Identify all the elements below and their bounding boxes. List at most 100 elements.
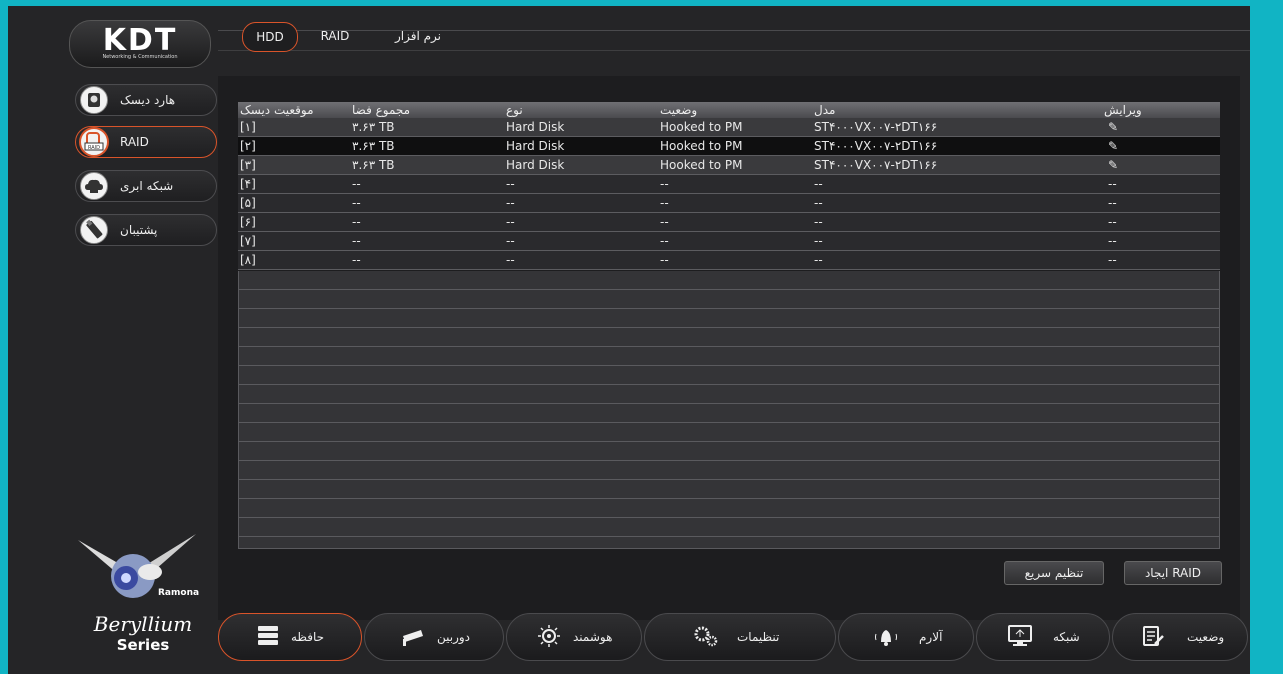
ramona-mascot: Ramona [78, 526, 202, 610]
top-divider-lower [218, 50, 1250, 51]
cell-status: -- [658, 231, 812, 251]
table-row[interactable]: [۷] -- -- -- -- -- [238, 231, 1220, 251]
empty-table-area [238, 271, 1220, 549]
network-icon [1007, 624, 1033, 653]
table-row[interactable]: [۵] -- -- -- -- -- [238, 193, 1220, 213]
tab-raid[interactable]: RAID [310, 22, 360, 50]
cell-type: -- [504, 212, 658, 232]
cell-status: Hooked to PM [658, 136, 812, 156]
cell-position: [۷] [238, 231, 350, 251]
cell-model: ST۴۰۰۰VX۰۰۷-۲DT۱۶۶ [812, 118, 1102, 137]
series-title: Beryllium [93, 612, 193, 636]
edit-pencil-icon[interactable]: ✎ [1102, 155, 1220, 175]
table-row[interactable]: [۸] -- -- -- -- -- [238, 250, 1220, 270]
quick-setup-button[interactable]: تنظیم سریع [1004, 561, 1104, 585]
cell-edit: -- [1102, 250, 1220, 270]
svg-text:RAID: RAID [88, 145, 100, 151]
cell-model: -- [812, 174, 1102, 194]
cell-edit: -- [1102, 212, 1220, 232]
nav-network[interactable]: شبکه [976, 613, 1110, 661]
cell-space: -- [350, 212, 504, 232]
cell-space: -- [350, 250, 504, 270]
nav-storage[interactable]: حافظه [218, 613, 362, 661]
cell-position: [۲] [238, 136, 350, 156]
bottom-nav: حافظه دوربین هوشمند تنظیمات آلارم شبکه و… [218, 613, 1248, 661]
cell-position: [۵] [238, 193, 350, 213]
sidebar-item-label: پشتیبان [120, 223, 158, 237]
edit-pencil-icon[interactable]: ✎ [1102, 118, 1220, 137]
sidebar-item-cloud[interactable]: شبکه ابری [75, 170, 217, 202]
nav-label: وضعیت [1187, 630, 1225, 644]
mascot-name: Ramona [158, 588, 200, 598]
nav-settings[interactable]: تنظیمات [644, 613, 836, 661]
nav-label: دوربین [437, 630, 471, 644]
col-total-space: مجموع فضا [350, 102, 504, 118]
camera-icon [401, 624, 427, 653]
cell-status: -- [658, 193, 812, 213]
table-row[interactable]: [۶] -- -- -- -- -- [238, 212, 1220, 232]
storage-icon [257, 624, 279, 653]
sidebar-item-hard-disk[interactable]: هارد دیسک [75, 84, 217, 116]
cell-space: ۳.۶۳ TB [350, 155, 504, 175]
cell-type: Hard Disk [504, 155, 658, 175]
cell-position: [۶] [238, 212, 350, 232]
cell-position: [۱] [238, 118, 350, 137]
table-row[interactable]: [۳] ۳.۶۳ TB Hard Disk Hooked to PM ST۴۰۰… [238, 155, 1220, 175]
cell-type: Hard Disk [504, 118, 658, 137]
table-row[interactable]: [۴] -- -- -- -- -- [238, 174, 1220, 194]
cell-model: ST۴۰۰۰VX۰۰۷-۲DT۱۶۶ [812, 136, 1102, 156]
nav-label: تنظیمات [737, 630, 780, 644]
create-raid-button[interactable]: ایجاد RAID [1124, 561, 1222, 585]
edit-pencil-icon[interactable]: ✎ [1102, 136, 1220, 156]
cell-space: -- [350, 174, 504, 194]
usb-backup-icon [80, 216, 108, 244]
cell-model: ST۴۰۰۰VX۰۰۷-۲DT۱۶۶ [812, 155, 1102, 175]
sidebar-item-raid[interactable]: RAID RAID [75, 126, 217, 158]
sidebar-item-label: شبکه ابری [120, 179, 174, 193]
tab-hdd[interactable]: HDD [242, 22, 298, 52]
nav-camera[interactable]: دوربین [364, 613, 504, 661]
nav-label: آلارم [919, 630, 943, 644]
series-subtitle: Series [116, 636, 170, 654]
cell-space: ۳.۶۳ TB [350, 136, 504, 156]
table-row[interactable]: [۲] ۳.۶۳ TB Hard Disk Hooked to PM ST۴۰۰… [238, 136, 1220, 156]
sidebar-item-label: RAID [120, 135, 149, 149]
tab-software[interactable]: نرم افزار [378, 22, 458, 50]
cell-status: -- [658, 250, 812, 270]
cell-position: [۳] [238, 155, 350, 175]
cell-type: -- [504, 174, 658, 194]
nav-alarm[interactable]: آلارم [838, 613, 974, 661]
cell-model: -- [812, 212, 1102, 232]
cell-type: Hard Disk [504, 136, 658, 156]
nav-label: شبکه [1053, 630, 1080, 644]
nav-smart[interactable]: هوشمند [506, 613, 642, 661]
table-header-row: موقعیت دیسک مجموع فضا نوع وضعیت مدل ویرا… [238, 102, 1220, 118]
nav-status[interactable]: وضعیت [1112, 613, 1248, 661]
disk-table: موقعیت دیسک مجموع فضا نوع وضعیت مدل ویرا… [238, 102, 1220, 270]
col-model: مدل [812, 102, 1102, 118]
sidebar-item-backup[interactable]: پشتیبان [75, 214, 217, 246]
cell-space: -- [350, 193, 504, 213]
cell-type: -- [504, 193, 658, 213]
col-disk-position: موقعیت دیسک [238, 102, 350, 118]
cell-edit: -- [1102, 231, 1220, 251]
alarm-bell-icon [873, 624, 899, 653]
cell-status: Hooked to PM [658, 155, 812, 175]
col-edit: ویرایش [1102, 102, 1220, 118]
cell-model: -- [812, 231, 1102, 251]
hard-disk-icon [80, 86, 108, 114]
cell-position: [۴] [238, 174, 350, 194]
cell-status: -- [658, 174, 812, 194]
cell-space: ۳.۶۳ TB [350, 118, 504, 137]
cell-model: -- [812, 250, 1102, 270]
table-row[interactable]: [۱] ۳.۶۳ TB Hard Disk Hooked to PM ST۴۰۰… [238, 118, 1220, 137]
cell-status: -- [658, 212, 812, 232]
sidebar-item-label: هارد دیسک [120, 93, 176, 107]
dvr-screen: KDT Networking & Communication HDD RAID … [8, 6, 1250, 674]
cell-edit: -- [1102, 174, 1220, 194]
cell-edit: -- [1102, 193, 1220, 213]
cell-position: [۸] [238, 250, 350, 270]
kdt-logo: KDT Networking & Communication [69, 20, 211, 68]
cell-space: -- [350, 231, 504, 251]
nav-label: هوشمند [573, 630, 613, 644]
